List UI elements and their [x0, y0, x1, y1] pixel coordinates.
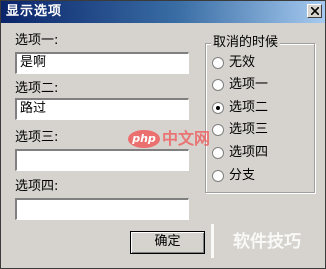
- site-watermark: 软件技巧: [233, 232, 301, 252]
- field-label-option-4: 选项四:: [15, 179, 59, 194]
- radio-button-icon: [212, 57, 224, 69]
- php-badge: php: [128, 130, 160, 148]
- close-button[interactable]: [307, 4, 322, 18]
- radio-button-icon: [212, 170, 224, 182]
- option-4-input[interactable]: [15, 198, 189, 220]
- radio-label: 分支: [229, 168, 256, 183]
- radio-button-icon: [212, 79, 224, 91]
- radio-label: 选项四: [229, 145, 269, 160]
- field-label-option-1: 选项一:: [15, 33, 59, 48]
- option-3-input[interactable]: [15, 149, 189, 171]
- radio-label: 选项三: [229, 122, 269, 137]
- dialog-window: 显示选项 选项一: 是啊 选项二: 路过 选项三: 选项四: 取消的时候 无效 …: [0, 0, 326, 269]
- radio-selected-dot: [216, 106, 220, 110]
- option-1-input[interactable]: 是啊: [15, 52, 189, 74]
- radio-label: 选项二: [229, 100, 269, 115]
- ok-button[interactable]: 确定: [130, 231, 205, 254]
- option-2-input[interactable]: 路过: [15, 98, 189, 120]
- window-title: 显示选项: [6, 4, 63, 19]
- watermark-bracket: [211, 224, 232, 258]
- field-label-option-3: 选项三:: [15, 130, 59, 145]
- title-bar[interactable]: 显示选项: [1, 1, 325, 23]
- radio-label: 选项一: [229, 77, 269, 92]
- field-label-option-2: 选项二:: [15, 81, 59, 96]
- php-logo-text: 中文网: [162, 129, 211, 148]
- php-watermark-logo: php 中文网: [128, 126, 228, 152]
- groupbox-title: 取消的时候: [211, 35, 281, 51]
- close-icon: [311, 7, 319, 15]
- radio-label: 无效: [229, 55, 256, 70]
- radio-button-icon: [212, 102, 224, 114]
